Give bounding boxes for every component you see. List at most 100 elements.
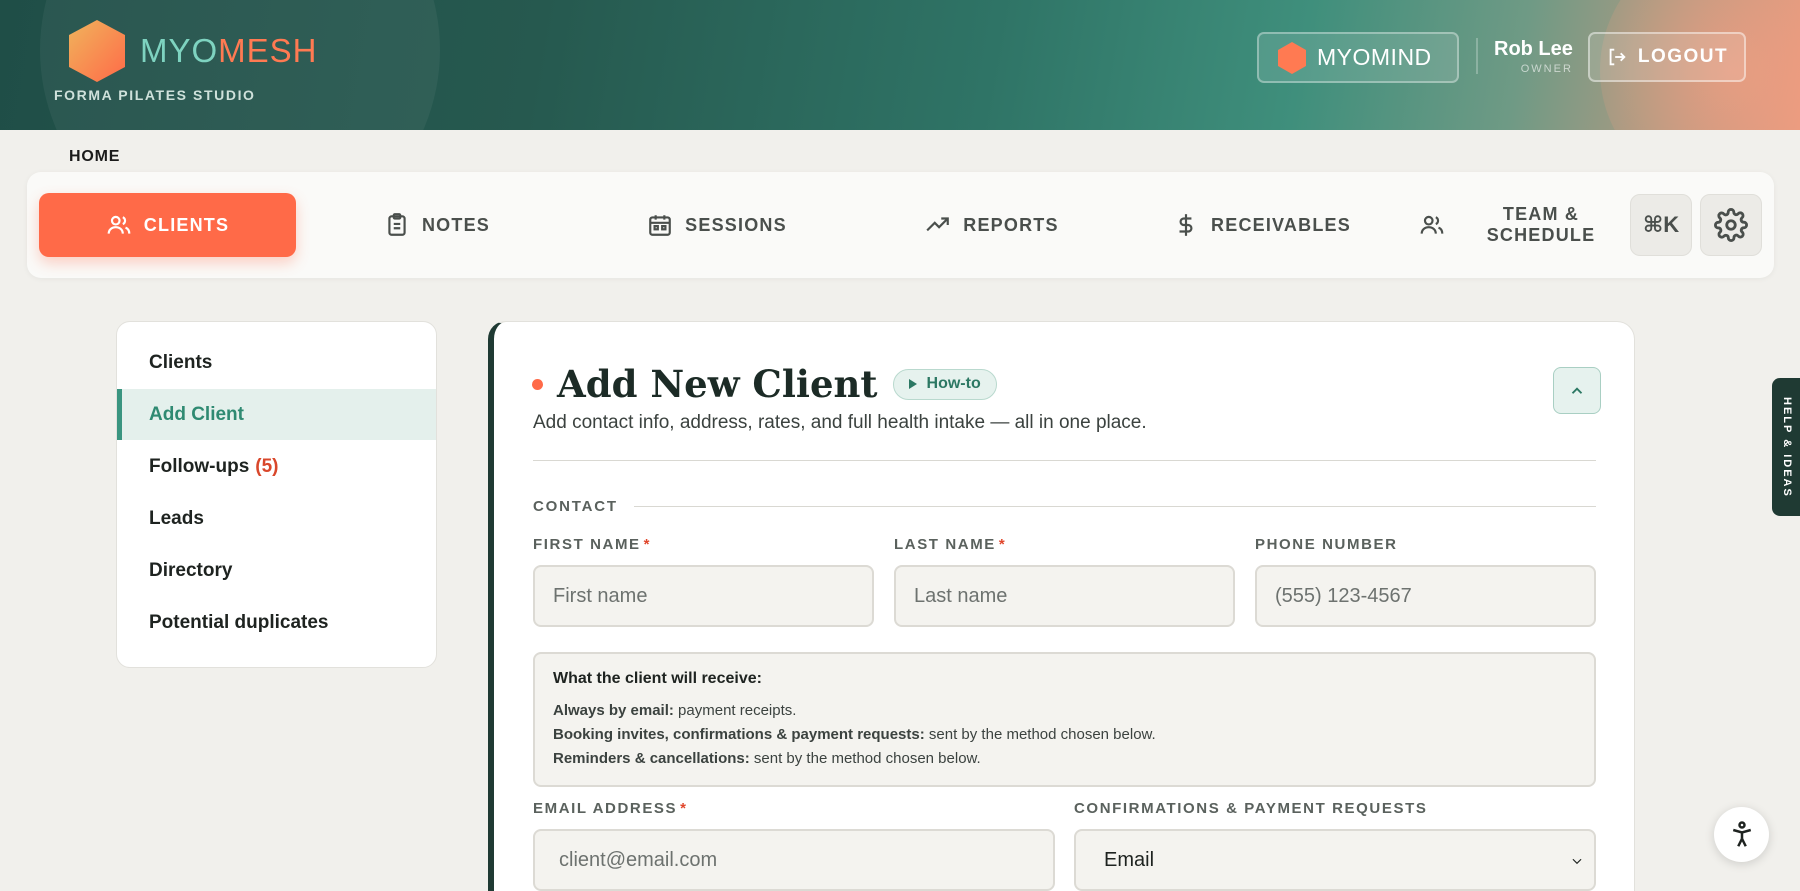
email-input[interactable]: client@email.com bbox=[533, 829, 1055, 891]
dollar-icon bbox=[1179, 214, 1193, 236]
info-line-bold: Booking invites, confirmations & payment… bbox=[553, 726, 925, 743]
email-label: EMAIL ADDRESS * bbox=[533, 800, 688, 817]
sidebar-item-add-client[interactable]: Add Client bbox=[117, 389, 436, 440]
sidebar-item-label: Clients bbox=[149, 351, 213, 373]
required-mark: * bbox=[680, 800, 688, 817]
play-icon bbox=[908, 379, 917, 389]
nav-team-schedule[interactable]: TEAM & SCHEDULE bbox=[1387, 193, 1627, 257]
page-title: Add New Client bbox=[557, 362, 878, 406]
confirmations-method-select[interactable]: Email bbox=[1074, 829, 1596, 891]
page-subtitle: Add contact info, address, rates, and fu… bbox=[533, 412, 1147, 433]
sidebar-item-label: Add Client bbox=[149, 403, 244, 425]
brand-name: MYOMESH bbox=[140, 32, 318, 70]
sidebar-item-leads[interactable]: Leads bbox=[117, 493, 436, 544]
info-line-text: sent by the method chosen below. bbox=[924, 726, 1156, 743]
chevron-up-icon bbox=[1571, 386, 1583, 394]
chevron-down-icon bbox=[1572, 858, 1582, 865]
accessibility-icon bbox=[1732, 820, 1751, 847]
hexagon-icon bbox=[1278, 41, 1306, 74]
myomind-button[interactable]: MYOMIND bbox=[1257, 32, 1459, 83]
last-name-input[interactable]: Last name bbox=[894, 565, 1235, 627]
brand-name-part1: MYO bbox=[140, 32, 219, 69]
clipboard-icon bbox=[388, 213, 406, 236]
nav-reports-label: REPORTS bbox=[963, 214, 1059, 235]
first-name-label: FIRST NAME * bbox=[533, 536, 651, 553]
hexagon-logo-icon bbox=[69, 20, 125, 82]
contact-section-header: CONTACT bbox=[533, 498, 1596, 515]
team-icon bbox=[1420, 215, 1444, 234]
last-name-label-text: LAST NAME bbox=[894, 536, 996, 553]
trending-up-icon bbox=[926, 217, 950, 232]
sidebar-item-label: Follow-ups bbox=[149, 455, 250, 477]
nav-sessions-label: SESSIONS bbox=[685, 214, 787, 235]
nav-receivables[interactable]: RECEIVABLES bbox=[1137, 193, 1387, 257]
logout-icon bbox=[1609, 48, 1626, 66]
nav-reports[interactable]: REPORTS bbox=[867, 193, 1117, 257]
how-to-label: How-to bbox=[926, 375, 981, 392]
phone-input[interactable]: (555) 123-4567 bbox=[1255, 565, 1596, 627]
info-heading: What the client will receive: bbox=[553, 670, 762, 687]
sidebar-item-label: Leads bbox=[149, 507, 204, 529]
users-icon bbox=[107, 215, 131, 234]
calendar-icon bbox=[649, 215, 672, 236]
nav-team-label-line2: SCHEDULE bbox=[1486, 225, 1596, 245]
collapse-button[interactable] bbox=[1553, 367, 1601, 414]
info-line-email: Always by email: payment receipts. bbox=[553, 702, 1576, 719]
section-divider bbox=[633, 506, 1596, 507]
info-line-booking: Booking invites, confirmations & payment… bbox=[553, 726, 1576, 743]
nav-receivables-label: RECEIVABLES bbox=[1211, 214, 1351, 235]
sidebar-item-directory[interactable]: Directory bbox=[117, 545, 436, 596]
first-name-label-text: FIRST NAME bbox=[533, 536, 641, 553]
logout-label: LOGOUT bbox=[1637, 46, 1729, 67]
info-line-bold: Always by email: bbox=[553, 702, 674, 719]
email-label-text: EMAIL ADDRESS bbox=[533, 800, 678, 817]
how-to-button[interactable]: How-to bbox=[892, 368, 997, 400]
help-ideas-label: HELP & IDEAS bbox=[1781, 396, 1793, 498]
nav-notes[interactable]: NOTES bbox=[327, 193, 547, 257]
brand-logo[interactable]: MYOMESH bbox=[66, 18, 318, 84]
info-line-text: sent by the method chosen below. bbox=[749, 750, 981, 767]
required-mark: * bbox=[998, 536, 1007, 553]
command-palette-button[interactable]: ⌘K bbox=[1630, 194, 1692, 256]
help-ideas-tab[interactable]: HELP & IDEAS bbox=[1772, 378, 1800, 516]
nav-sessions[interactable]: SESSIONS bbox=[587, 193, 847, 257]
divider bbox=[533, 460, 1596, 461]
follow-ups-count-badge: (5) bbox=[255, 455, 279, 477]
logout-button[interactable]: LOGOUT bbox=[1588, 32, 1746, 82]
gear-icon bbox=[1714, 208, 1748, 242]
breadcrumb[interactable]: HOME bbox=[69, 148, 120, 166]
sidebar-item-label: Directory bbox=[149, 559, 233, 581]
sidebar-item-label: Potential duplicates bbox=[149, 611, 329, 633]
title-dot bbox=[532, 378, 543, 390]
nav-clients[interactable]: CLIENTS bbox=[39, 193, 296, 257]
notification-info-box: What the client will receive: Always by … bbox=[533, 652, 1596, 787]
required-mark: * bbox=[643, 536, 652, 553]
nav-clients-label: CLIENTS bbox=[143, 214, 230, 235]
accessibility-button[interactable] bbox=[1714, 807, 1769, 862]
app-header: MYOMESH FORMA PILATES STUDIO MYOMIND Rob… bbox=[0, 0, 1800, 130]
card-title-row: Add New Client How-to bbox=[532, 362, 997, 406]
contact-section-label: CONTACT bbox=[533, 498, 618, 515]
nav-team-label-line1: TEAM & bbox=[1502, 204, 1580, 224]
nav-notes-label: NOTES bbox=[421, 214, 490, 235]
last-name-label: LAST NAME * bbox=[894, 536, 1006, 553]
confirmations-selected-value: Email bbox=[1104, 848, 1155, 871]
sidebar-item-potential-duplicates[interactable]: Potential duplicates bbox=[117, 597, 436, 648]
nav-team-schedule-label: TEAM & SCHEDULE bbox=[1487, 204, 1596, 246]
user-name: Rob Lee bbox=[1494, 38, 1573, 60]
info-line-bold: Reminders & cancellations: bbox=[553, 750, 750, 767]
sidebar-item-follow-ups[interactable]: Follow-ups (5) bbox=[117, 441, 436, 492]
settings-button[interactable] bbox=[1700, 194, 1762, 256]
sidebar-item-clients[interactable]: Clients bbox=[117, 337, 436, 388]
confirmations-label: CONFIRMATIONS & PAYMENT REQUESTS bbox=[1074, 800, 1428, 817]
first-name-input[interactable]: First name bbox=[533, 565, 874, 627]
studio-name: FORMA PILATES STUDIO bbox=[54, 87, 256, 103]
user-role: OWNER bbox=[1520, 63, 1573, 75]
info-line-text: payment receipts. bbox=[673, 702, 797, 719]
main-nav: CLIENTS NOTES SESSIONS REPORTS RECEIVABL… bbox=[27, 172, 1774, 278]
user-info: Rob Lee OWNER bbox=[1476, 38, 1573, 75]
myomind-label: MYOMIND bbox=[1317, 44, 1432, 70]
clients-sidebar: Clients Add Client Follow-ups (5) Leads … bbox=[116, 321, 437, 668]
info-line-reminders: Reminders & cancellations: sent by the m… bbox=[553, 750, 1576, 767]
phone-label: PHONE NUMBER bbox=[1255, 536, 1398, 553]
